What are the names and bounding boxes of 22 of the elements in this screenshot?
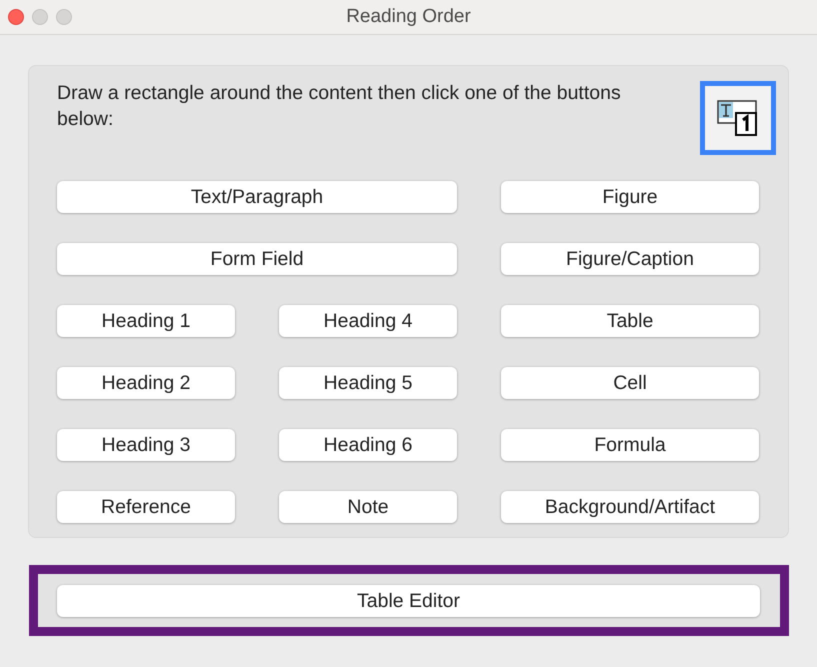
tag-button[interactable]: Formula xyxy=(501,429,759,461)
tag-button[interactable]: Heading 5 xyxy=(279,367,457,399)
window-title: Reading Order xyxy=(346,6,471,28)
table-editor-button[interactable]: Table Editor xyxy=(57,585,760,617)
instructions-text: Draw a rectangle around the content then click one of the buttons below: xyxy=(57,81,622,132)
text-number-icon xyxy=(716,99,760,137)
tool-button[interactable] xyxy=(700,81,776,155)
tag-button[interactable]: Reference xyxy=(57,491,235,523)
tag-button[interactable]: Figure/Caption xyxy=(501,243,759,275)
tag-button[interactable]: Figure xyxy=(501,181,759,213)
tag-button[interactable]: Heading 1 xyxy=(57,305,235,337)
tag-button[interactable]: Heading 2 xyxy=(57,367,235,399)
tag-button[interactable]: Form Field xyxy=(57,243,457,275)
tag-button[interactable]: Heading 6 xyxy=(279,429,457,461)
tag-button[interactable]: Cell xyxy=(501,367,759,399)
tag-button[interactable]: Heading 4 xyxy=(279,305,457,337)
close-button[interactable] xyxy=(8,9,24,25)
tag-button[interactable]: Table xyxy=(501,305,759,337)
tag-button[interactable]: Note xyxy=(279,491,457,523)
tag-button[interactable]: Heading 3 xyxy=(57,429,235,461)
tag-button[interactable]: Background/Artifact xyxy=(501,491,759,523)
tag-button[interactable]: Text/Paragraph xyxy=(57,181,457,213)
